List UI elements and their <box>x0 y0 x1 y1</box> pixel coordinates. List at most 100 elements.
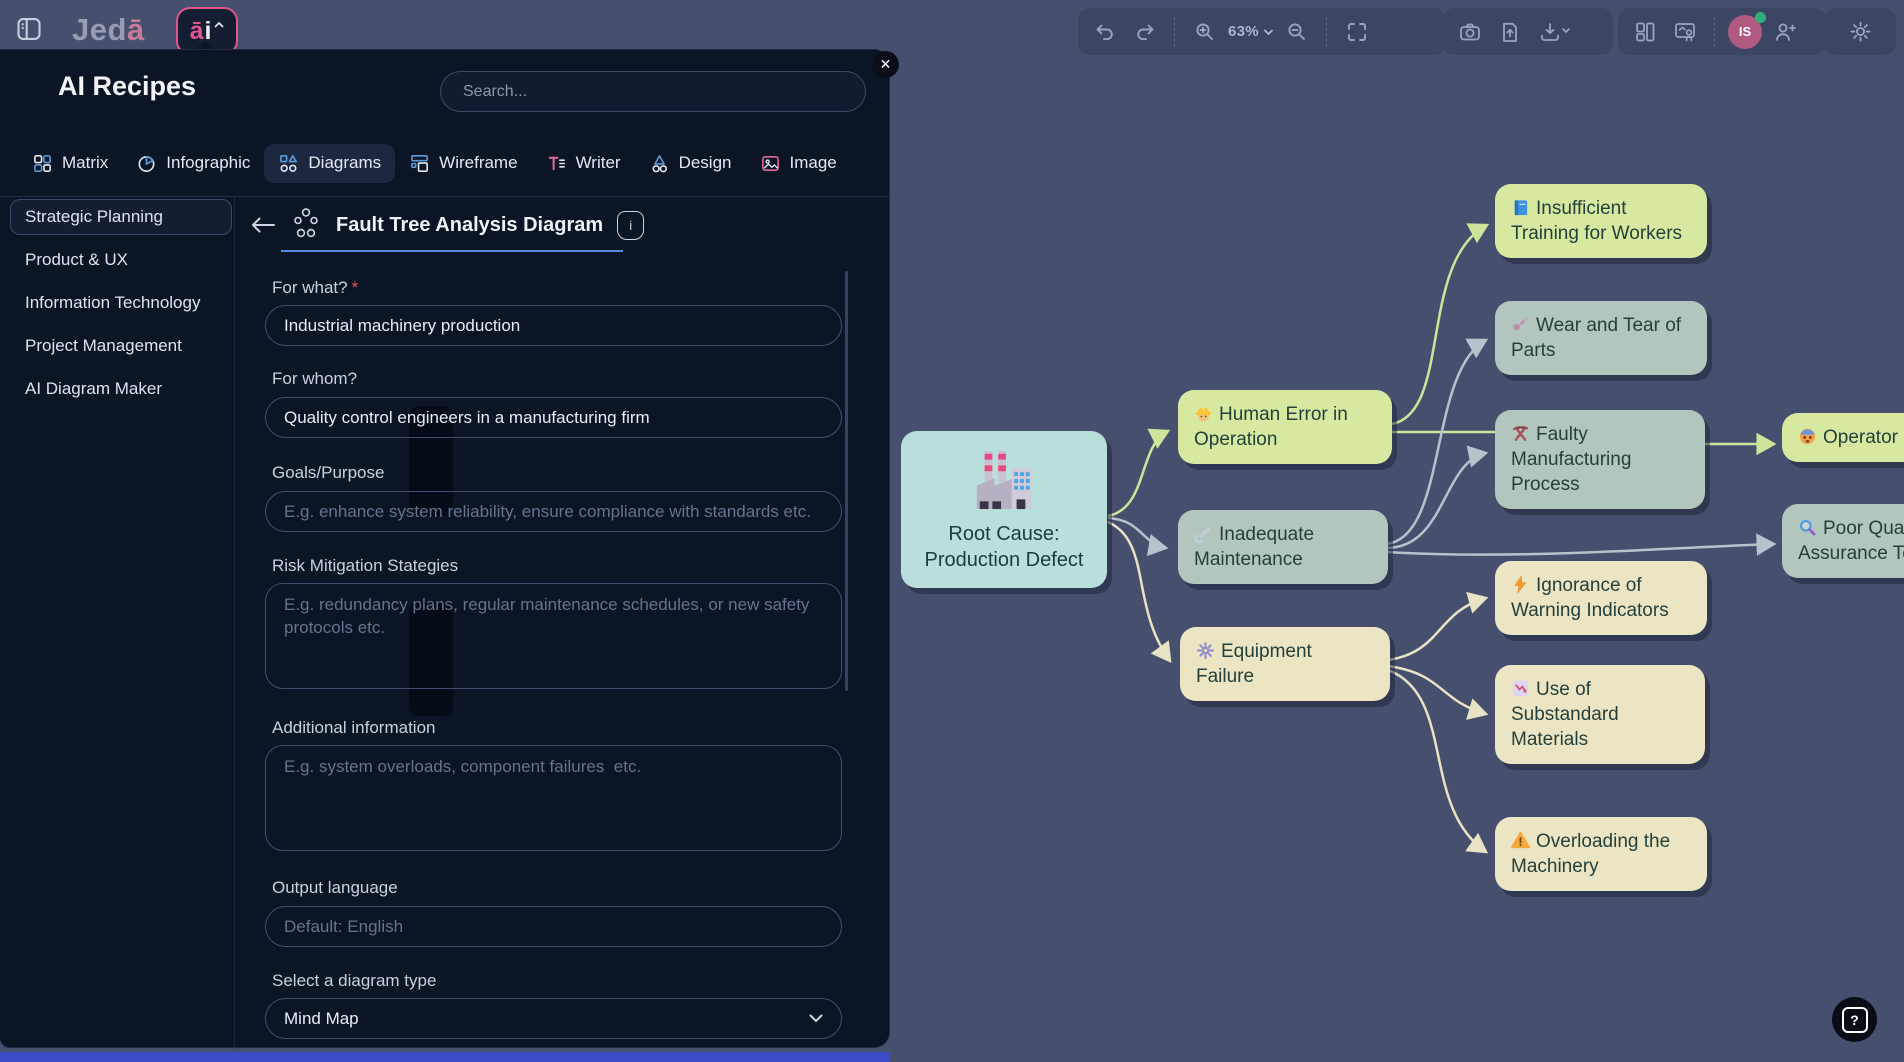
node-ignorance-warning[interactable]: Ignorance of Warning Indicators <box>1495 561 1707 635</box>
layout-panels-button[interactable] <box>1628 14 1662 50</box>
panel-close-button[interactable]: ✕ <box>872 51 899 78</box>
chart-decreasing-icon <box>1511 679 1530 698</box>
blue-book-icon <box>1511 198 1530 217</box>
fearful-face-icon <box>1798 427 1817 446</box>
tab-wireframe[interactable]: Wireframe <box>395 144 531 183</box>
risk-mitigation-label: Risk Mitigation Stategies <box>272 556 458 576</box>
diagrams-icon <box>278 153 299 174</box>
tab-writer[interactable]: Writer <box>532 144 635 183</box>
sidebar-item-project-management[interactable]: Project Management <box>10 328 232 364</box>
tab-infographic[interactable]: Infographic <box>122 144 264 183</box>
undo-button[interactable] <box>1088 14 1122 50</box>
additional-info-label: Additional information <box>272 718 435 738</box>
fit-to-screen-button[interactable] <box>1340 14 1374 50</box>
for-what-input[interactable] <box>265 305 842 346</box>
canvas-toolbar-collab: IS <box>1618 8 1826 55</box>
node-label: Ignorance of Warning Indicators <box>1511 575 1669 621</box>
app-window: Root Cause: Production Defect Human Erro… <box>0 0 1904 1062</box>
node-root-cause[interactable]: Root Cause: Production Defect <box>901 431 1107 588</box>
node-equipment-failure[interactable]: Equipment Failure <box>1180 627 1390 701</box>
sidebar-item-label: AI Diagram Maker <box>25 379 162 399</box>
node-human-error[interactable]: Human Error in Operation <box>1178 390 1392 464</box>
form-scrollbar[interactable] <box>845 271 848 691</box>
node-substandard-materials[interactable]: Use of Substandard Materials <box>1495 665 1705 764</box>
node-label: Overloading the Machinery <box>1511 831 1670 877</box>
nut-and-bolt-icon <box>1511 315 1530 334</box>
writer-icon <box>546 153 567 174</box>
tabs-divider <box>0 196 890 197</box>
zoom-level-dropdown[interactable]: 63% <box>1228 23 1274 40</box>
upload-button[interactable] <box>1493 14 1527 50</box>
for-whom-input[interactable] <box>265 397 842 438</box>
factory-icon <box>967 447 1041 511</box>
node-label: Root Cause: Production Defect <box>911 521 1097 574</box>
node-label: Wear and Tear of Parts <box>1511 315 1681 361</box>
sidebar-item-product-ux[interactable]: Product & UX <box>10 242 232 278</box>
required-asterisk: * <box>352 278 359 297</box>
additional-info-textarea[interactable] <box>265 745 842 851</box>
toolbar-divider <box>1714 17 1716 47</box>
diagram-type-value: Mind Map <box>284 1009 359 1029</box>
zoom-in-button[interactable] <box>1188 14 1222 50</box>
output-language-input[interactable] <box>265 906 842 947</box>
search-input[interactable] <box>440 71 866 112</box>
sidebar-item-ai-diagram-maker[interactable]: AI Diagram Maker <box>10 371 232 407</box>
sidebar-toggle-button[interactable] <box>10 9 48 49</box>
node-operator[interactable]: Operator <box>1782 413 1904 462</box>
back-arrow-icon[interactable] <box>250 215 276 235</box>
chevron-down-icon <box>1263 28 1274 36</box>
sidebar-item-label: Strategic Planning <box>25 207 163 227</box>
construction-worker-icon <box>1194 404 1213 423</box>
sidebar-item-label: Project Management <box>25 336 182 356</box>
diagram-type-select[interactable]: Mind Map <box>265 998 842 1039</box>
panel-title: AI Recipes <box>58 71 196 102</box>
for-whom-label: For whom? <box>272 369 357 389</box>
redo-button[interactable] <box>1128 14 1162 50</box>
settings-group <box>1824 8 1896 55</box>
screenshot-button[interactable] <box>1453 14 1487 50</box>
settings-gear-button[interactable] <box>1843 14 1877 50</box>
help-button[interactable]: ? <box>1832 997 1877 1042</box>
download-button[interactable] <box>1533 14 1575 50</box>
fault-tree-icon <box>290 207 322 243</box>
category-sidebar: Strategic Planning Product & UX Informat… <box>10 199 232 414</box>
avatar-initials: IS <box>1739 24 1751 39</box>
user-avatar[interactable]: IS <box>1728 15 1762 49</box>
goals-input[interactable] <box>265 491 842 532</box>
sidebar-item-label: Product & UX <box>25 250 128 270</box>
chevron-up-icon <box>214 21 224 29</box>
canvas-toolbar-history-zoom: 63% <box>1078 8 1446 55</box>
image-icon <box>760 153 781 174</box>
node-inadequate-maintenance[interactable]: Inadequate Maintenance <box>1178 510 1388 584</box>
zoom-out-button[interactable] <box>1280 14 1314 50</box>
tab-design[interactable]: Design <box>635 144 746 183</box>
tab-image[interactable]: Image <box>746 144 851 183</box>
sidebar-item-label: Information Technology <box>25 293 200 313</box>
tab-label: Writer <box>576 153 621 173</box>
node-poor-quality-assurance[interactable]: Poor Quality Assurance Testing <box>1782 504 1904 578</box>
diagram-type-label: Select a diagram type <box>272 971 436 991</box>
info-icon[interactable]: i <box>617 211 644 240</box>
recipe-tabs: Matrix Infographic Diagrams Wireframe Wr… <box>18 141 851 185</box>
wrench-icon <box>1194 524 1213 543</box>
node-wear-and-tear[interactable]: Wear and Tear of Parts <box>1495 301 1707 375</box>
jeda-logo[interactable]: Jedā <box>72 12 145 48</box>
present-button[interactable] <box>1668 14 1702 50</box>
risk-mitigation-textarea[interactable] <box>265 583 842 689</box>
node-insufficient-training[interactable]: Insufficient Training for Workers <box>1495 184 1707 258</box>
magnifying-glass-icon <box>1798 518 1817 537</box>
node-faulty-process[interactable]: Faulty Manufacturing Process <box>1495 410 1705 509</box>
recipe-title: Fault Tree Analysis Diagram <box>336 214 603 237</box>
tab-label: Design <box>679 153 732 173</box>
invite-user-button[interactable] <box>1768 14 1802 50</box>
tab-diagrams[interactable]: Diagrams <box>264 144 395 183</box>
tab-label: Infographic <box>166 153 250 173</box>
tab-matrix[interactable]: Matrix <box>18 144 122 183</box>
warning-icon <box>1511 831 1530 850</box>
recipe-header: Fault Tree Analysis Diagram i <box>250 207 644 243</box>
sidebar-item-strategic-planning[interactable]: Strategic Planning <box>10 199 232 235</box>
sidebar-item-information-technology[interactable]: Information Technology <box>10 285 232 321</box>
node-overloading[interactable]: Overloading the Machinery <box>1495 817 1707 891</box>
chevron-down-icon <box>809 1014 823 1023</box>
gear-icon <box>1196 641 1215 660</box>
